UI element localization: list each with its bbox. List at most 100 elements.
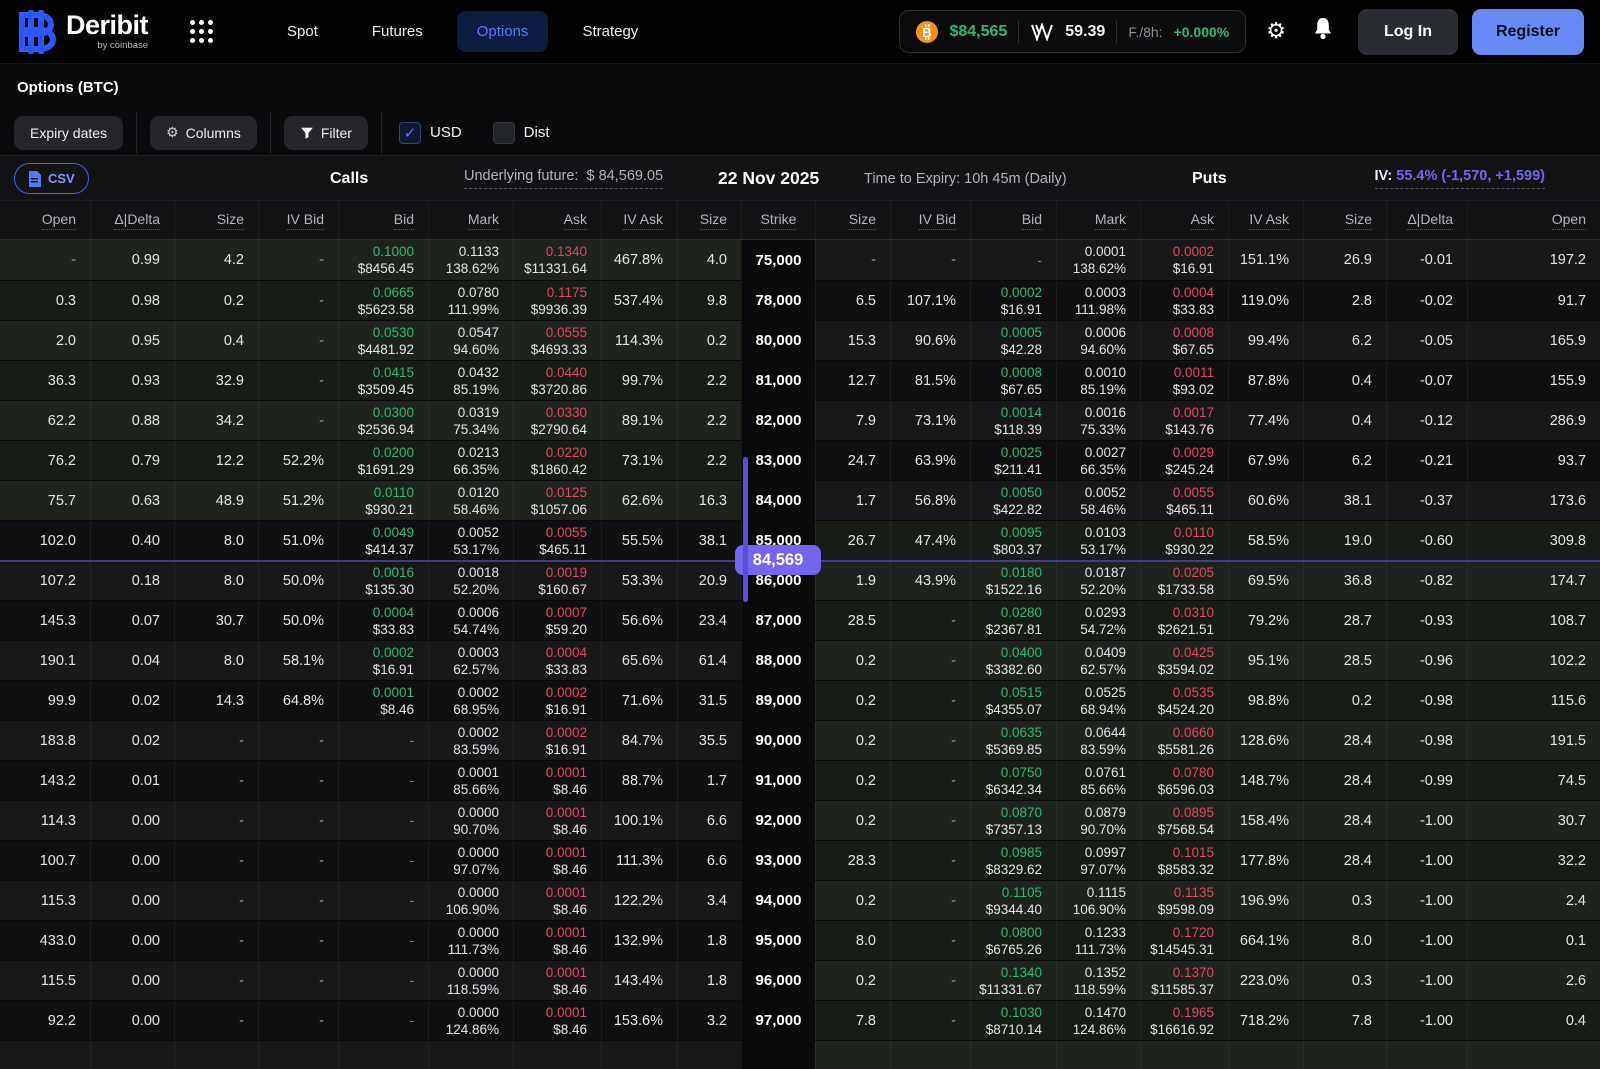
put-mark-cell[interactable]: 0.1352118.59%: [1056, 961, 1140, 1000]
put-ask-cell[interactable]: 0.0780$6596.03: [1140, 761, 1228, 800]
call-bid-cell[interactable]: -: [338, 961, 428, 1000]
put-mark-cell[interactable]: 0.099797.07%: [1056, 841, 1140, 880]
strike-cell[interactable]: 94,000: [741, 881, 815, 920]
put-ask-cell[interactable]: 0.0310$2621.51: [1140, 601, 1228, 640]
underlying-future[interactable]: Underlying future: $ 84,569.05: [464, 156, 663, 201]
call-ask-cell[interactable]: 0.0555$4693.33: [513, 321, 601, 360]
call-mark-cell[interactable]: 0.000362.57%: [428, 641, 513, 680]
put-mark-cell[interactable]: 0.1470124.86%: [1056, 1001, 1140, 1040]
call-bid-cell[interactable]: 0.0665$5623.58: [338, 281, 428, 320]
call-bid-cell[interactable]: -: [338, 1001, 428, 1040]
call-mark-cell[interactable]: 0.0780111.99%: [428, 281, 513, 320]
call-ask-cell[interactable]: 0.0001$8.46: [513, 761, 601, 800]
call-ask-cell[interactable]: 0.0002$16.91: [513, 681, 601, 720]
put-mark-cell[interactable]: 0.076185.66%: [1056, 761, 1140, 800]
put-bid-cell[interactable]: 0.0515$4355.07: [970, 681, 1056, 720]
call-mark-cell[interactable]: 0.031975.34%: [428, 401, 513, 440]
strike-cell[interactable]: 93,000: [741, 841, 815, 880]
put-bid-cell[interactable]: 0.0025$211.41: [970, 441, 1056, 480]
call-ask-cell[interactable]: 0.0220$1860.42: [513, 441, 601, 480]
call-ask-cell[interactable]: 0.1175$9936.39: [513, 281, 601, 320]
put-mark-cell[interactable]: 0.0003111.98%: [1056, 281, 1140, 320]
strike-cell[interactable]: 95,000: [741, 921, 815, 960]
strike-cell[interactable]: 88,000: [741, 641, 815, 680]
call-mark-cell[interactable]: 0.1133138.62%: [428, 240, 513, 280]
put-bid-cell[interactable]: 0.0050$422.82: [970, 481, 1056, 520]
put-ask-cell[interactable]: 0.0017$143.76: [1140, 401, 1228, 440]
call-ask-cell[interactable]: 0.0330$2790.64: [513, 401, 601, 440]
strike-cell[interactable]: 83,000: [741, 441, 815, 480]
put-mark-cell[interactable]: 0.1233111.73%: [1056, 921, 1140, 960]
put-mark-cell[interactable]: 0.001085.19%: [1056, 361, 1140, 400]
market-ticker[interactable]: B $84,565 59.39 F./8h: +0.000%: [899, 10, 1246, 53]
call-bid-cell[interactable]: 0.0002$16.91: [338, 641, 428, 680]
call-mark-cell[interactable]: 0.000654.74%: [428, 601, 513, 640]
put-bid-cell[interactable]: 0.0180$1522.16: [970, 561, 1056, 600]
put-ask-cell[interactable]: 0.1135$9598.09: [1140, 881, 1228, 920]
put-mark-cell[interactable]: 0.040962.57%: [1056, 641, 1140, 680]
put-mark-cell[interactable]: 0.010353.17%: [1056, 521, 1140, 560]
call-bid-cell[interactable]: 0.0049$414.37: [338, 521, 428, 560]
put-ask-cell[interactable]: 0.0660$5581.26: [1140, 721, 1228, 760]
put-mark-cell[interactable]: 0.005258.46%: [1056, 481, 1140, 520]
call-mark-cell[interactable]: 0.012058.46%: [428, 481, 513, 520]
call-mark-cell[interactable]: 0.000185.66%: [428, 761, 513, 800]
dist-checkbox[interactable]: Dist: [493, 122, 550, 144]
put-bid-cell[interactable]: 0.1340$11331.67: [970, 961, 1056, 1000]
strike-cell[interactable]: 89,000: [741, 681, 815, 720]
put-ask-cell[interactable]: 0.0029$245.24: [1140, 441, 1228, 480]
put-mark-cell[interactable]: 0.0001138.62%: [1056, 240, 1140, 280]
iv-summary[interactable]: IV: 55.4% (-1,570, +1,599): [1375, 156, 1546, 201]
call-ask-cell[interactable]: 0.0001$8.46: [513, 961, 601, 1000]
call-mark-cell[interactable]: 0.0000124.86%: [428, 1001, 513, 1040]
put-mark-cell[interactable]: 0.001675.33%: [1056, 401, 1140, 440]
put-ask-cell[interactable]: 0.0895$7568.54: [1140, 801, 1228, 840]
put-mark-cell[interactable]: 0.029354.72%: [1056, 601, 1140, 640]
put-bid-cell[interactable]: 0.0635$5369.85: [970, 721, 1056, 760]
call-bid-cell[interactable]: 0.0300$2536.94: [338, 401, 428, 440]
call-ask-cell[interactable]: 0.0001$8.46: [513, 801, 601, 840]
deribit-logo[interactable]: Deribit by coinbase: [16, 10, 148, 54]
put-bid-cell[interactable]: 0.0008$67.65: [970, 361, 1056, 400]
call-ask-cell[interactable]: 0.0007$59.20: [513, 601, 601, 640]
put-mark-cell[interactable]: 0.018752.20%: [1056, 561, 1140, 600]
call-mark-cell[interactable]: 0.000090.70%: [428, 801, 513, 840]
call-mark-cell[interactable]: 0.001852.20%: [428, 561, 513, 600]
csv-export-button[interactable]: CSV: [14, 163, 89, 194]
call-bid-cell[interactable]: 0.0200$1691.29: [338, 441, 428, 480]
call-bid-cell[interactable]: 0.0001$8.46: [338, 681, 428, 720]
put-bid-cell[interactable]: 0.0005$42.28: [970, 321, 1056, 360]
call-mark-cell[interactable]: 0.0000111.73%: [428, 921, 513, 960]
put-mark-cell[interactable]: 0.064483.59%: [1056, 721, 1140, 760]
nav-options[interactable]: Options: [457, 11, 549, 52]
put-bid-cell[interactable]: 0.1105$9344.40: [970, 881, 1056, 920]
put-ask-cell[interactable]: 0.0011$93.02: [1140, 361, 1228, 400]
put-ask-cell[interactable]: 0.1720$14545.31: [1140, 921, 1228, 960]
put-mark-cell[interactable]: 0.002766.35%: [1056, 441, 1140, 480]
call-ask-cell[interactable]: 0.0125$1057.06: [513, 481, 601, 520]
call-mark-cell[interactable]: 0.043285.19%: [428, 361, 513, 400]
call-ask-cell[interactable]: 0.0001$8.46: [513, 881, 601, 920]
put-bid-cell[interactable]: 0.0280$2367.81: [970, 601, 1056, 640]
call-ask-cell[interactable]: 0.0440$3720.86: [513, 361, 601, 400]
apps-grid-icon[interactable]: [184, 14, 219, 49]
call-bid-cell[interactable]: -: [338, 881, 428, 920]
call-ask-cell[interactable]: 0.0055$465.11: [513, 521, 601, 560]
call-ask-cell[interactable]: 0.0001$8.46: [513, 841, 601, 880]
strike-cell[interactable]: 90,000: [741, 721, 815, 760]
call-ask-cell[interactable]: 0.0019$160.67: [513, 561, 601, 600]
strike-cell[interactable]: 82,000: [741, 401, 815, 440]
put-ask-cell[interactable]: 0.0205$1733.58: [1140, 561, 1228, 600]
call-ask-cell[interactable]: 0.0001$8.46: [513, 1001, 601, 1040]
strike-scroll-indicator[interactable]: [743, 457, 748, 602]
put-ask-cell[interactable]: 0.1965$16616.92: [1140, 1001, 1228, 1040]
call-bid-cell[interactable]: -: [338, 921, 428, 960]
call-mark-cell[interactable]: 0.000268.95%: [428, 681, 513, 720]
strike-cell[interactable]: 84,000: [741, 481, 815, 520]
call-mark-cell[interactable]: 0.0000106.90%: [428, 881, 513, 920]
call-mark-cell[interactable]: 0.000283.59%: [428, 721, 513, 760]
put-ask-cell[interactable]: 0.0055$465.11: [1140, 481, 1228, 520]
put-bid-cell[interactable]: -: [970, 240, 1056, 280]
call-mark-cell[interactable]: 0.021366.35%: [428, 441, 513, 480]
put-ask-cell[interactable]: 0.0110$930.22: [1140, 521, 1228, 560]
